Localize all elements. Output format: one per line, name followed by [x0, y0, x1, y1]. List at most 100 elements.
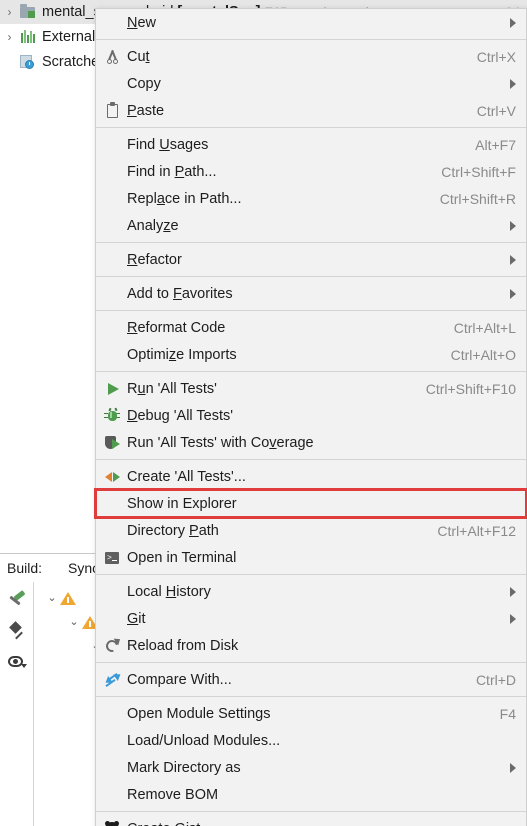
gist-icon — [101, 820, 123, 826]
menu-item-open-module-settings[interactable]: Open Module Settings F4 — [96, 700, 526, 727]
menu-item-run-all-tests[interactable]: Run 'All Tests' Ctrl+Shift+F10 — [96, 375, 526, 402]
menu-item-remove-bom[interactable]: Remove BOM — [96, 781, 526, 808]
menu-item-label: Analyze — [127, 217, 179, 234]
menu-item-local-history[interactable]: Local History — [96, 578, 526, 605]
menu-item-label: Create 'All Tests'... — [127, 468, 246, 485]
menu-item-show-in-explorer[interactable]: Show in Explorer — [94, 488, 527, 519]
menu-item-compare-with[interactable]: Compare With... Ctrl+D — [96, 666, 526, 693]
menu-item-find-in-path[interactable]: Find in Path... Ctrl+Shift+F — [96, 158, 526, 185]
menu-icon-placeholder — [101, 610, 123, 628]
menu-icon-placeholder — [101, 251, 123, 269]
expand-chevron-icon[interactable]: › — [0, 6, 19, 18]
menu-icon-placeholder — [101, 346, 123, 364]
external-libraries-icon — [19, 29, 37, 45]
menu-item-label: Load/Unload Modules... — [127, 732, 281, 749]
menu-item-shortcut: Ctrl+Alt+O — [450, 346, 516, 363]
menu-item-label: Run 'All Tests' with Coverage — [127, 434, 314, 451]
menu-separator — [96, 811, 526, 812]
reload-icon — [101, 635, 123, 655]
menu-item-shortcut: F4 — [499, 705, 516, 722]
menu-item-create-gist[interactable]: Create Gist... — [96, 815, 526, 826]
menu-item-label: Add to Favorites — [127, 285, 233, 302]
chevron-down-icon[interactable]: ⌄ — [66, 615, 82, 628]
paste-icon — [101, 101, 123, 120]
menu-item-reformat-code[interactable]: Reformat Code Ctrl+Alt+L — [96, 314, 526, 341]
menu-item-add-to-favorites[interactable]: Add to Favorites — [96, 280, 526, 307]
menu-item-label: Git — [127, 610, 146, 627]
menu-item-label: Reload from Disk — [127, 637, 239, 654]
submenu-arrow-icon — [510, 254, 516, 265]
menu-icon-placeholder — [101, 285, 123, 303]
menu-item-label: Find in Path... — [127, 163, 217, 180]
menu-item-directory-path[interactable]: Directory Path Ctrl+Alt+F12 — [96, 517, 526, 544]
cut-icon — [101, 48, 123, 66]
menu-item-optimize-imports[interactable]: Optimize Imports Ctrl+Alt+O — [96, 341, 526, 368]
menu-item-analyze[interactable]: Analyze — [96, 212, 526, 239]
menu-separator — [96, 127, 526, 128]
menu-item-label: Reformat Code — [127, 319, 226, 336]
project-context-menu[interactable]: New Cut Ctrl+X Copy Paste Ctrl+V Find Usages Al… — [94, 8, 527, 826]
menu-icon-placeholder — [101, 217, 123, 235]
menu-icon-placeholder — [101, 190, 123, 208]
menu-item-git[interactable]: Git — [96, 605, 526, 632]
menu-icon-placeholder — [101, 522, 123, 540]
menu-item-label: Copy — [127, 75, 161, 92]
menu-item-paste[interactable]: Paste Ctrl+V — [96, 97, 526, 124]
submenu-arrow-icon — [510, 78, 516, 89]
debug-icon — [101, 407, 123, 425]
menu-item-create-all-tests[interactable]: Create 'All Tests'... — [96, 463, 526, 490]
menu-item-replace-in-path[interactable]: Replace in Path... Ctrl+Shift+R — [96, 185, 526, 212]
menu-item-shortcut: Alt+F7 — [475, 136, 516, 153]
menu-icon-placeholder — [101, 136, 123, 154]
menu-icon-placeholder — [101, 495, 123, 513]
terminal-icon: > — [101, 549, 123, 567]
chevron-down-icon[interactable]: ⌄ — [44, 591, 60, 604]
menu-item-label: New — [127, 14, 157, 31]
pin-icon[interactable] — [5, 620, 29, 644]
hammer-icon[interactable] — [5, 590, 29, 614]
menu-item-label: Compare With... — [127, 671, 232, 688]
folder-icon — [19, 4, 37, 20]
menu-icon-placeholder — [101, 732, 123, 750]
build-title: Build: — [7, 560, 43, 576]
eye-icon[interactable] — [5, 650, 29, 674]
menu-item-copy[interactable]: Copy — [96, 70, 526, 97]
menu-item-cut[interactable]: Cut Ctrl+X — [96, 43, 526, 70]
menu-item-new[interactable]: New — [96, 9, 526, 36]
build-toolbar — [0, 582, 34, 826]
menu-item-run-all-tests-with-coverage[interactable]: Run 'All Tests' with Coverage — [96, 429, 526, 456]
menu-icon-placeholder — [101, 705, 123, 723]
menu-separator — [96, 276, 526, 277]
warning-icon — [60, 590, 76, 606]
menu-item-open-in-terminal[interactable]: > Open in Terminal — [96, 544, 526, 571]
menu-item-label: Open Module Settings — [127, 705, 271, 722]
menu-item-label: Replace in Path... — [127, 190, 242, 207]
build-tree-row[interactable]: ⌄ — [44, 586, 80, 609]
menu-item-label: Remove BOM — [127, 786, 219, 803]
menu-icon-placeholder — [101, 759, 123, 777]
menu-item-shortcut: Ctrl+X — [476, 48, 516, 65]
scratches-icon — [19, 54, 37, 70]
menu-item-label: Directory Path — [127, 522, 219, 539]
expand-chevron-icon[interactable]: › — [0, 31, 19, 43]
menu-separator — [96, 371, 526, 372]
menu-icon-placeholder — [101, 786, 123, 804]
run-icon — [101, 380, 123, 398]
menu-item-find-usages[interactable]: Find Usages Alt+F7 — [96, 131, 526, 158]
compare-icon — [101, 670, 123, 689]
menu-item-debug-all-tests[interactable]: Debug 'All Tests' — [96, 402, 526, 429]
coverage-icon — [101, 434, 123, 452]
menu-icon-placeholder — [101, 319, 123, 337]
menu-item-refactor[interactable]: Refactor — [96, 246, 526, 273]
menu-item-label: Paste — [127, 102, 165, 119]
menu-item-reload-from-disk[interactable]: Reload from Disk — [96, 632, 526, 659]
menu-item-mark-directory-as[interactable]: Mark Directory as — [96, 754, 526, 781]
menu-item-load-unload-modules[interactable]: Load/Unload Modules... — [96, 727, 526, 754]
menu-item-label: Debug 'All Tests' — [127, 407, 234, 424]
menu-item-shortcut: Ctrl+Shift+R — [439, 190, 516, 207]
menu-icon-placeholder — [101, 163, 123, 181]
menu-item-label: Run 'All Tests' — [127, 380, 217, 397]
menu-icon-placeholder — [101, 583, 123, 601]
menu-separator — [96, 574, 526, 575]
ide-window: › mental_sep_android [mentalSep] F:\Drag… — [0, 0, 527, 826]
